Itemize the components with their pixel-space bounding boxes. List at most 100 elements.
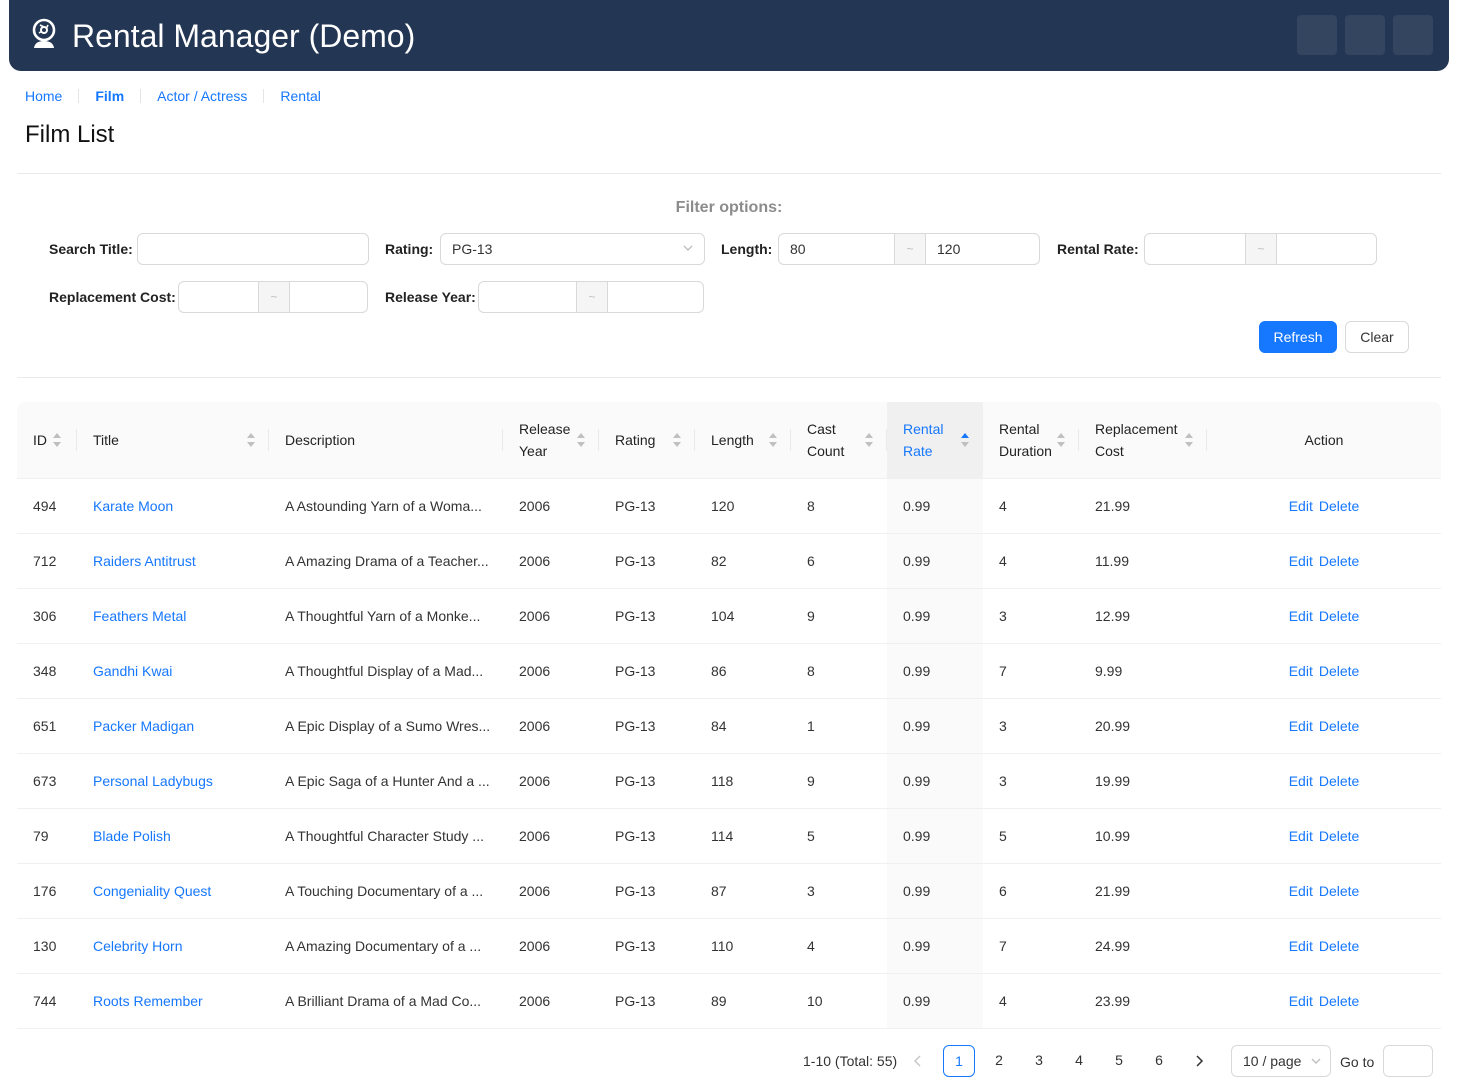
column-header-title[interactable]: Title [77,402,269,478]
film-title-link[interactable]: Gandhi Kwai [93,663,172,679]
header-action-button-3[interactable] [1393,15,1433,55]
edit-link[interactable]: Edit [1289,663,1313,679]
table-row: 130 Celebrity Horn A Amazing Documentary o… [17,919,1441,974]
refresh-button[interactable]: Refresh [1259,321,1337,353]
release-year-max-input[interactable] [608,282,703,312]
delete-link[interactable]: Delete [1319,498,1359,514]
film-title-link[interactable]: Karate Moon [93,498,173,514]
chevron-right-icon[interactable] [1194,1055,1204,1067]
length-max-input[interactable]: 120 [926,234,1039,264]
column-header-cast-count[interactable]: Cast Count [791,402,887,478]
cell-rating: PG-13 [615,883,656,899]
edit-link[interactable]: Edit [1289,828,1313,844]
nav-home[interactable]: Home [25,86,62,106]
column-header-rating[interactable]: Rating [599,402,695,478]
cell-rental-duration: 3 [999,718,1007,734]
delete-link[interactable]: Delete [1319,938,1359,954]
delete-link[interactable]: Delete [1319,883,1359,899]
sort-icon[interactable] [865,433,873,447]
cell-replacement-cost: 19.99 [1095,773,1131,789]
cell-cast-count: 9 [807,608,815,624]
page-button-5[interactable]: 5 [1103,1045,1135,1077]
sort-icon[interactable] [53,433,61,447]
delete-link[interactable]: Delete [1319,773,1359,789]
clear-button[interactable]: Clear [1345,321,1409,353]
cell-title: Congeniality Quest [77,864,269,918]
delete-link[interactable]: Delete [1319,663,1359,679]
sort-icon[interactable] [247,433,255,447]
nav-rental[interactable]: Rental [280,86,320,106]
edit-link[interactable]: Edit [1289,553,1313,569]
edit-link[interactable]: Edit [1289,993,1313,1009]
delete-link[interactable]: Delete [1319,553,1359,569]
replacement-cost-label: Replacement Cost: [49,289,176,305]
sort-icon[interactable] [1057,433,1065,447]
sort-icon[interactable] [1185,433,1193,447]
film-title-link[interactable]: Roots Remember [93,993,203,1009]
column-header-release-year[interactable]: Release Year [503,402,599,478]
delete-link[interactable]: Delete [1319,608,1359,624]
film-title-link[interactable]: Celebrity Horn [93,938,182,954]
column-header-action: Action [1207,402,1441,478]
rating-select[interactable]: PG-13 [440,233,705,265]
page-button-3[interactable]: 3 [1023,1045,1055,1077]
page-button-1[interactable]: 1 [943,1045,975,1077]
chevron-left-icon[interactable] [913,1055,923,1067]
replacement-cost-max-input[interactable] [290,282,367,312]
release-year-min-input[interactable] [479,282,576,312]
film-title-link[interactable]: Feathers Metal [93,608,186,624]
column-header-replacement-cost[interactable]: Replacement Cost [1079,402,1207,478]
rental-rate-max-input[interactable] [1277,234,1376,264]
page-size-select[interactable]: 10 / page [1231,1045,1331,1077]
sort-icon[interactable] [961,433,969,447]
delete-link[interactable]: Delete [1319,718,1359,734]
film-title-link[interactable]: Raiders Antitrust [93,553,196,569]
sort-icon[interactable] [769,433,777,447]
chevron-down-icon [683,245,693,251]
column-header-id[interactable]: ID [17,402,77,478]
table-row: 348 Gandhi Kwai A Thoughtful Display of a … [17,644,1441,699]
film-title-link[interactable]: Congeniality Quest [93,883,211,899]
page-button-6[interactable]: 6 [1143,1045,1175,1077]
rental-rate-min-input[interactable] [1145,234,1245,264]
film-title-link[interactable]: Personal Ladybugs [93,773,213,789]
table-row: 712 Raiders Antitrust A Amazing Drama of a… [17,534,1441,589]
edit-link[interactable]: Edit [1289,608,1313,624]
header-action-button-2[interactable] [1345,15,1385,55]
page-button-2[interactable]: 2 [983,1045,1015,1077]
edit-link[interactable]: Edit [1289,883,1313,899]
cell-length: 118 [711,773,734,789]
column-header-rental-rate[interactable]: Rental Rate [887,402,983,478]
cell-replacement-cost: 23.99 [1095,993,1131,1009]
edit-link[interactable]: Edit [1289,498,1313,514]
film-title-link[interactable]: Packer Madigan [93,718,194,734]
sort-icon[interactable] [577,433,585,447]
goto-input[interactable] [1383,1045,1433,1077]
header-action-button-1[interactable] [1297,15,1337,55]
sort-icon[interactable] [673,433,681,447]
delete-link[interactable]: Delete [1319,828,1359,844]
length-min-input[interactable]: 80 [779,234,894,264]
rating-select-value: PG-13 [452,241,493,257]
cell-cast-count: 8 [807,498,815,514]
column-header-rental-duration[interactable]: Rental Duration [983,402,1079,478]
range-separator: ~ [1245,234,1277,264]
cell-replacement-cost: 12.99 [1095,608,1131,624]
nav-film[interactable]: Film [95,86,124,106]
search-title-input[interactable] [137,233,369,265]
cell-rental-duration: 3 [999,773,1007,789]
cell-description: A Astounding Yarn of a Woma... [285,498,482,514]
column-header-label: Rating [615,432,656,448]
edit-link[interactable]: Edit [1289,773,1313,789]
edit-link[interactable]: Edit [1289,718,1313,734]
column-header-length[interactable]: Length [695,402,791,478]
film-title-link[interactable]: Blade Polish [93,828,171,844]
cell-title: Blade Polish [77,809,269,863]
page-button-4[interactable]: 4 [1063,1045,1095,1077]
cell-length: 104 [711,608,735,624]
replacement-cost-min-input[interactable] [179,282,258,312]
edit-link[interactable]: Edit [1289,938,1313,954]
nav-actor-actress[interactable]: Actor / Actress [157,86,247,106]
cell-rental-rate: 0.99 [887,699,983,753]
delete-link[interactable]: Delete [1319,993,1359,1009]
